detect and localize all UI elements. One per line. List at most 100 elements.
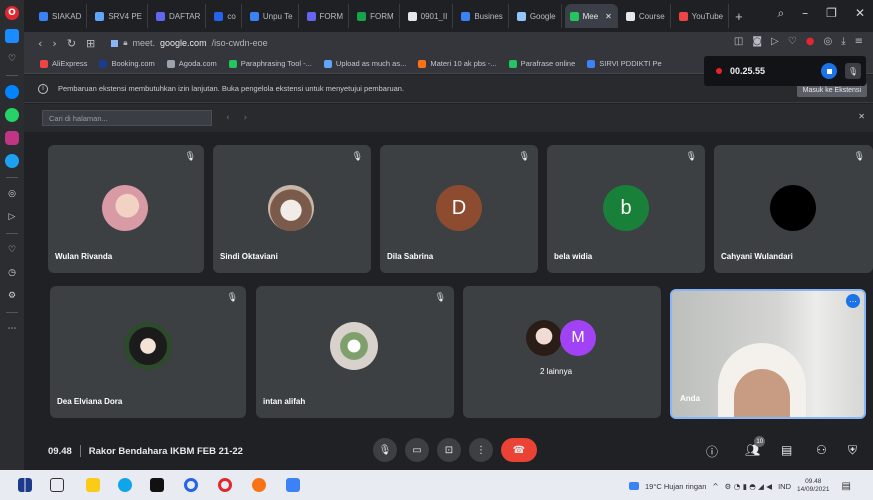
bookmark-item[interactable]: SIRVI PDDIKTI Pe <box>587 59 662 68</box>
tab[interactable]: Unpu Te <box>245 4 299 28</box>
meeting-details-icon[interactable]: ⓘ <box>706 443 718 460</box>
close-window-icon[interactable]: ✕ <box>855 6 865 21</box>
back-icon[interactable]: ‹ <box>38 37 42 50</box>
tray-icons[interactable]: ⚙ ◔ ▮ ◓ ◢ ◀ <box>725 482 772 491</box>
bookmark-item[interactable]: Upload as much as... <box>323 59 406 68</box>
messenger-icon[interactable] <box>5 85 19 99</box>
camera-button[interactable]: ▭ <box>405 438 429 462</box>
bookmark-item[interactable]: Parafrase online <box>508 59 575 68</box>
participant-tile[interactable]: 🎙︎ intan alifah <box>256 286 454 418</box>
task-view-icon[interactable] <box>50 478 64 492</box>
recording-mic-button[interactable]: 🎙︎ <box>845 63 862 79</box>
instagram-icon[interactable] <box>5 131 19 145</box>
more-icon[interactable]: ⋯ <box>5 322 19 336</box>
maximize-icon[interactable]: ❐ <box>826 6 837 21</box>
participant-tile[interactable]: 🎙︎ Wulan Rivanda <box>48 145 204 273</box>
start-icon[interactable] <box>18 478 32 492</box>
participant-avatar: D <box>436 185 482 231</box>
crypto-wallet-icon[interactable]: ◎ <box>5 187 19 201</box>
tab[interactable]: Busines <box>456 4 509 28</box>
find-input[interactable]: Cari di halaman... <box>42 110 212 126</box>
microphone-button[interactable]: 🎙︎ <box>373 438 397 462</box>
more-options-icon[interactable]: ⋯ <box>846 294 860 308</box>
more-button[interactable]: ⋮ <box>469 438 493 462</box>
camera-icon[interactable]: ◫ <box>734 36 743 47</box>
file-explorer-icon[interactable] <box>86 478 100 492</box>
tab[interactable]: 0901_II <box>403 4 454 28</box>
tab[interactable]: Google <box>512 4 562 28</box>
app-icon[interactable] <box>286 478 300 492</box>
present-button[interactable]: ⊡ <box>437 438 461 462</box>
participant-tile[interactable]: 🎙︎ Cahyani Wulandari <box>714 145 873 273</box>
participant-tile-group[interactable]: M 2 lainnya <box>463 286 661 418</box>
tab[interactable]: YouTube <box>674 4 730 28</box>
twitter-icon[interactable] <box>5 154 19 168</box>
tab[interactable]: DAFTAR <box>151 4 207 28</box>
tab[interactable]: SRV4 PE <box>90 4 148 28</box>
participant-avatar <box>102 185 148 231</box>
participant-tile[interactable]: 🎙︎ b bela widia <box>547 145 705 273</box>
minimize-icon[interactable]: – <box>802 6 808 21</box>
opera-icon[interactable]: ● <box>806 36 815 47</box>
participant-tile[interactable]: 🎙︎ Dea Elviana Dora <box>50 286 246 418</box>
lock-icon[interactable]: 🔒︎ <box>123 38 127 48</box>
forward-icon[interactable]: › <box>52 37 56 50</box>
settings-icon[interactable]: ⚙ <box>5 289 19 303</box>
participant-tile[interactable]: 🎙︎ D Dila Sabrina <box>380 145 538 273</box>
snapshot-icon[interactable]: ◙ <box>752 36 762 47</box>
tab-label: co <box>227 11 236 21</box>
app-icon[interactable] <box>252 478 266 492</box>
chat-icon[interactable]: ▤ <box>781 443 792 457</box>
activities-icon[interactable]: ⚇ <box>816 443 827 457</box>
whatsapp-icon[interactable] <box>5 108 19 122</box>
url-field[interactable]: 🔒︎ meet. google.com/iso-cwdn-eoe <box>111 38 268 48</box>
bookmark-item[interactable]: AliExpress <box>40 59 87 68</box>
weather-text[interactable]: 19°C Hujan ringan <box>645 482 706 491</box>
tab-active-meet[interactable]: Mee ✕ <box>564 4 618 28</box>
history-icon[interactable]: ◷ <box>5 266 19 280</box>
player-icon[interactable]: ▷ <box>5 210 19 224</box>
bookmark-item[interactable]: Booking.com <box>99 59 155 68</box>
reload-icon[interactable]: ↻ <box>67 37 76 50</box>
tabs-grid-icon[interactable]: ⊞ <box>86 37 95 50</box>
heart-icon[interactable]: ♡ <box>788 36 797 47</box>
people-button[interactable]: 👥︎ 10 <box>745 436 766 457</box>
heart-icon[interactable]: ♡ <box>5 243 19 257</box>
find-next-icon[interactable]: › <box>244 113 248 123</box>
tab-label: SRV4 PE <box>108 11 142 21</box>
tab[interactable]: co <box>209 4 242 28</box>
opera-logo-icon[interactable]: O <box>5 6 19 20</box>
notifications-icon[interactable]: ▤ <box>842 481 851 492</box>
cortana-icon[interactable] <box>184 478 198 492</box>
tab-close-icon[interactable]: ✕ <box>605 12 612 21</box>
speed-dial-icon[interactable] <box>5 29 19 43</box>
bookmark-item[interactable]: Paraphrasing Tool -... <box>228 59 312 68</box>
menu-icon[interactable]: ≡ <box>855 36 863 47</box>
bookmark-item[interactable]: Agoda.com <box>166 59 217 68</box>
bookmark-item[interactable]: Materi 10 ak pbs -... <box>418 59 497 68</box>
tray-arrow-icon[interactable]: ^ <box>712 482 718 491</box>
new-tab-icon[interactable]: + <box>735 9 743 24</box>
edge-icon[interactable] <box>118 478 132 492</box>
play-icon[interactable]: ▷ <box>771 36 779 47</box>
tab[interactable]: FORM <box>302 4 350 28</box>
find-previous-icon[interactable]: ‹ <box>226 113 230 123</box>
opera-taskbar-icon[interactable] <box>218 478 232 492</box>
download-icon[interactable]: ⤓ <box>841 36 845 47</box>
language-indicator[interactable]: IND <box>778 482 791 491</box>
vpn-icon[interactable]: ◎ <box>823 36 832 47</box>
leave-call-button[interactable]: ☎︎ <box>501 438 537 462</box>
bookmark-label: Agoda.com <box>178 59 217 68</box>
tab[interactable]: Course <box>621 4 671 28</box>
tab[interactable]: SIAKAD <box>34 4 88 28</box>
stop-recording-button[interactable] <box>821 63 838 79</box>
tab[interactable]: FORM <box>352 4 400 28</box>
find-close-icon[interactable]: ✕ <box>858 112 865 121</box>
self-video-tile[interactable]: ⋯ Anda <box>670 289 866 419</box>
store-icon[interactable] <box>150 478 164 492</box>
bookmark-icon[interactable]: ♡ <box>5 52 19 66</box>
participant-tile[interactable]: 🎙︎ Sindi Oktaviani <box>213 145 371 273</box>
clock[interactable]: 09.48 14/09/2021 <box>797 478 830 494</box>
search-tabs-icon[interactable]: ⌕ <box>777 6 784 21</box>
host-controls-icon[interactable]: ⛨ <box>848 443 857 458</box>
